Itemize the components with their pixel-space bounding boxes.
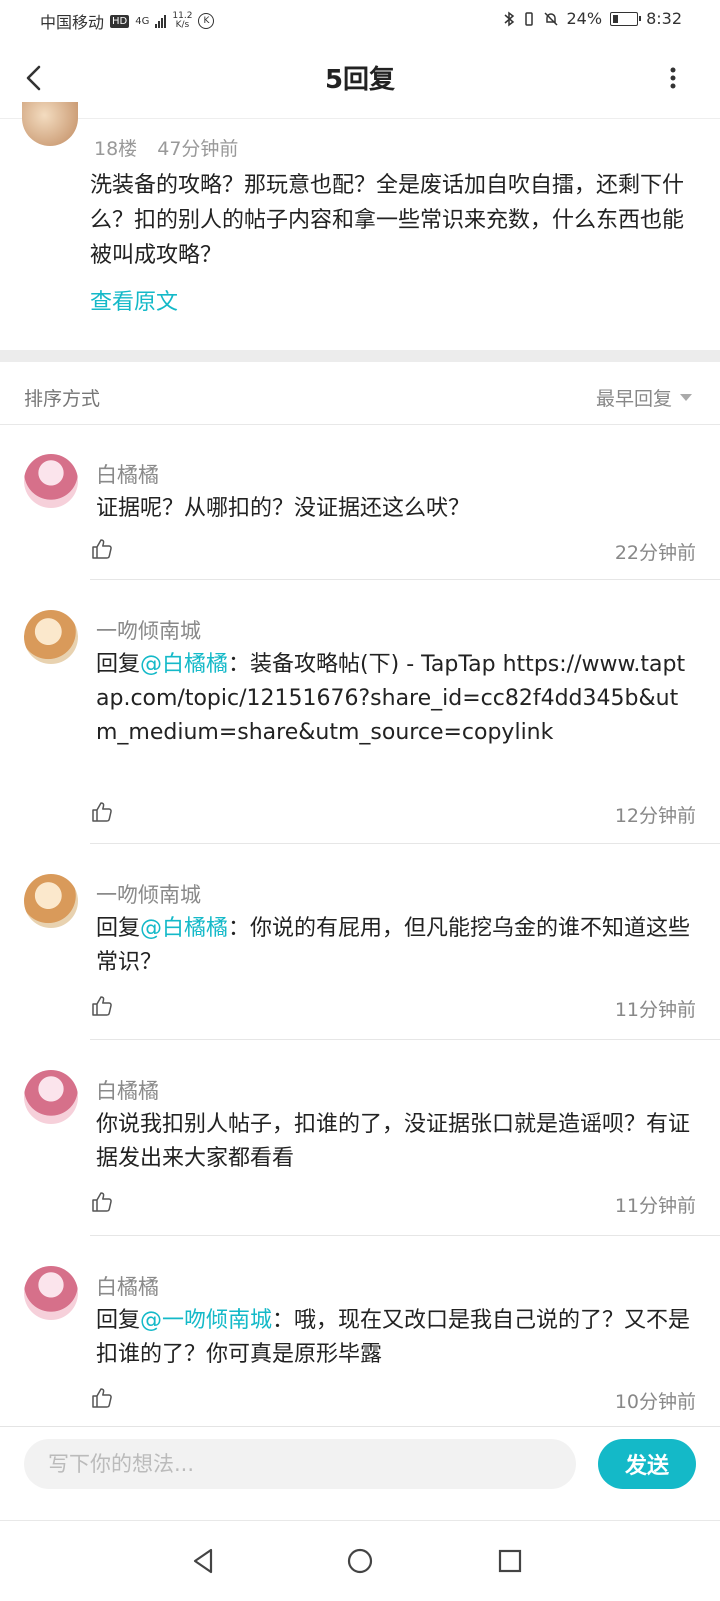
status-right: 24% 8:32 <box>503 9 682 28</box>
reply-item: 一吻倾南城 回复@白橘橘：你说的有屁用，但凡能挖乌金的谁不知道这些常识？ 11分… <box>0 844 720 1040</box>
send-button[interactable]: 发送 <box>598 1439 696 1489</box>
status-bar: 中国移动 HD 4G 11.2 K/s K 24% 8:32 <box>0 0 720 38</box>
reply-separator: ： <box>228 652 251 677</box>
battery-icon <box>610 11 642 26</box>
triangle-back-icon[interactable] <box>186 1543 222 1579</box>
reply-prefix: 回复 <box>96 916 141 941</box>
top-app-bar: 5回复 <box>0 38 720 119</box>
reply-content: 回复@白橘橘：你说的有屁用，但凡能挖乌金的谁不知道这些常识？ <box>96 912 696 980</box>
page-title: 5回复 <box>324 65 396 95</box>
reply-prefix: 回复 <box>96 652 141 677</box>
reply-mention[interactable]: @一吻倾南城 <box>140 1308 272 1333</box>
reply-content: 你说我扣别人帖子，扣谁的了，没证据张口就是造谣呗？有证据发出来大家都看看 <box>96 1108 696 1176</box>
network-speed: 11.2 K/s <box>172 12 192 30</box>
view-original-link[interactable]: 查看原文 <box>90 284 178 316</box>
original-post-time: 47分钟前 <box>157 138 239 160</box>
comment-input-bar: 发送 <box>0 1426 720 1507</box>
original-post-content: 洗装备的攻略？那玩意也配？全是废话加自吹自擂，还剩下什么？扣的别人的帖子内容和拿… <box>90 173 685 268</box>
reply-mention[interactable]: @白橘橘 <box>140 652 228 677</box>
hd-badge: HD <box>110 14 130 28</box>
reply-mention[interactable]: @白橘橘 <box>140 916 228 941</box>
signal-icon <box>155 14 167 28</box>
thumb-up-icon[interactable] <box>90 994 114 1018</box>
reply-username[interactable]: 一吻倾南城 <box>96 615 201 645</box>
section-divider <box>0 350 720 362</box>
battery-percent: 24% <box>566 9 603 28</box>
reply-prefix: 回复 <box>96 1308 141 1333</box>
k-badge-icon: K <box>198 13 215 29</box>
network-type: 4G <box>135 15 150 27</box>
thumb-up-icon[interactable] <box>90 1190 114 1214</box>
reply-separator: ： <box>228 916 251 941</box>
reply-username[interactable]: 白橘橘 <box>96 459 159 489</box>
status-left: 中国移动 HD 4G 11.2 K/s K <box>40 9 215 33</box>
reply-content: 证据呢？从哪扣的？没证据还这么吠？ <box>96 492 696 526</box>
caret-down-icon[interactable] <box>680 394 692 401</box>
reply-content: 回复@一吻倾南城：哦，现在又改口是我自己说的了？又不是扣谁的了？你可真是原形毕露 <box>96 1304 696 1372</box>
avatar[interactable] <box>24 1266 78 1320</box>
thumb-up-icon[interactable] <box>90 537 114 561</box>
reply-item: 白橘橘 你说我扣别人帖子，扣谁的了，没证据张口就是造谣呗？有证据发出来大家都看看… <box>0 1040 720 1236</box>
reply-item: 白橘橘 回复@一吻倾南城：哦，现在又改口是我自己说的了？又不是扣谁的了？你可真是… <box>0 1236 720 1426</box>
reply-separator: ： <box>272 1308 295 1333</box>
original-post-avatar[interactable] <box>22 102 78 146</box>
system-nav-bar <box>0 1520 720 1601</box>
speed-unit: K/s <box>175 20 190 30</box>
reply-text: 证据呢？从哪扣的？没证据还这么吠？ <box>96 496 471 521</box>
reply-text: 你说我扣别人帖子，扣谁的了，没证据张口就是造谣呗？有证据发出来大家都看看 <box>96 1112 691 1171</box>
reply-time: 10分钟前 <box>614 1391 696 1413</box>
original-post-meta: 18楼 47分钟前 <box>94 134 238 161</box>
reply-item: 白橘橘 证据呢？从哪扣的？没证据还这么吠？ 22分钟前 <box>0 424 720 580</box>
carrier-label: 中国移动 <box>40 13 105 32</box>
original-post: 18楼 47分钟前 洗装备的攻略？那玩意也配？全是废话加自吹自擂，还剩下什么？扣… <box>0 102 720 352</box>
reply-time: 11分钟前 <box>614 999 696 1021</box>
sort-bar: 排序方式 最早回复 <box>0 362 720 425</box>
reply-time: 22分钟前 <box>614 542 696 564</box>
floor-number: 18楼 <box>94 138 138 160</box>
bluetooth-icon <box>504 11 514 26</box>
reply-username[interactable]: 白橘橘 <box>96 1075 159 1105</box>
square-recent-icon[interactable] <box>492 1543 528 1579</box>
avatar[interactable] <box>24 1070 78 1124</box>
comment-input[interactable] <box>24 1439 576 1489</box>
sort-dropdown[interactable]: 最早回复 <box>596 384 672 411</box>
reply-time: 11分钟前 <box>614 1195 696 1217</box>
thumb-up-icon[interactable] <box>90 1386 114 1410</box>
avatar[interactable] <box>24 874 78 928</box>
avatar[interactable] <box>24 610 78 664</box>
reply-time: 12分钟前 <box>614 805 696 827</box>
battery-fill <box>613 14 619 23</box>
thumb-up-icon[interactable] <box>90 800 114 824</box>
more-vertical-icon[interactable] <box>670 66 676 90</box>
vibrate-icon <box>524 11 533 26</box>
sort-label: 排序方式 <box>24 388 101 410</box>
avatar[interactable] <box>24 454 78 508</box>
mute-bell-icon <box>543 11 558 26</box>
circle-home-icon[interactable] <box>342 1543 378 1579</box>
reply-item: 一吻倾南城 回复@白橘橘：装备攻略帖(下) - TapTap https://w… <box>0 580 720 844</box>
clock: 8:32 <box>646 9 682 28</box>
reply-content: 回复@白橘橘：装备攻略帖(下) - TapTap https://www.tap… <box>96 648 696 750</box>
reply-username[interactable]: 一吻倾南城 <box>96 879 201 909</box>
reply-username[interactable]: 白橘橘 <box>96 1271 159 1301</box>
